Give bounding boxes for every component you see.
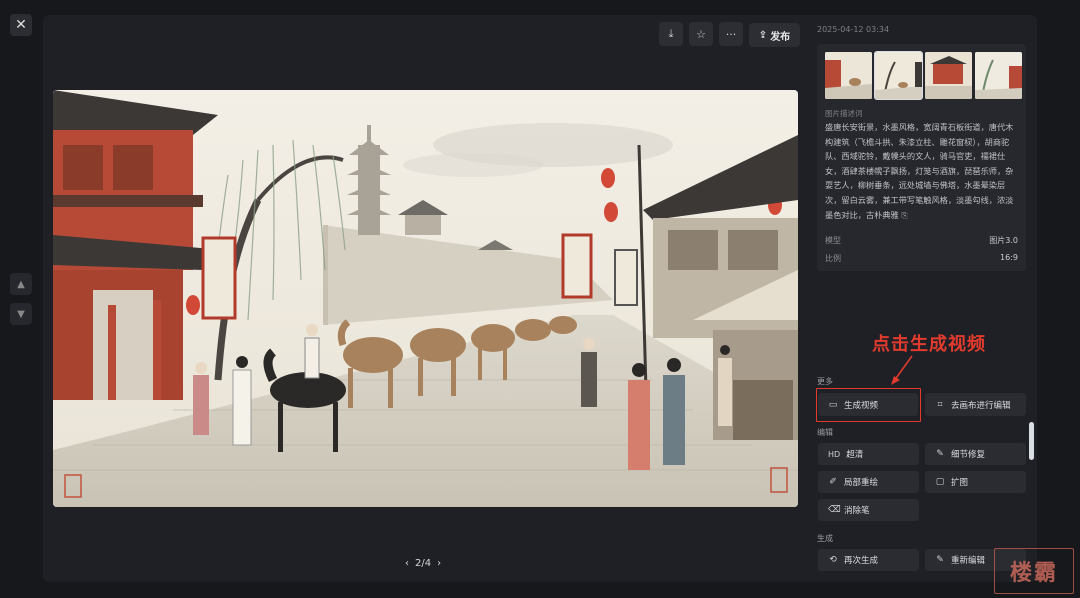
section-more-label: 更多	[817, 377, 833, 386]
section-edit-label: 编辑	[817, 428, 833, 437]
prompt-description: 盛唐长安街景，水墨风格，宽阔青石板街道，唐代木构建筑（飞檐斗拱、朱漆立柱、雕花窗…	[825, 122, 1014, 220]
timestamp: 2025-04-12 03:34	[817, 25, 890, 34]
info-card: 图片描述词 盛唐长安街景，水墨风格，宽阔青石板街道，唐代木构建筑（飞檐斗拱、朱漆…	[817, 44, 1026, 271]
thumbnail[interactable]	[975, 52, 1022, 99]
section-generate-label: 生成	[817, 534, 833, 543]
main-image	[53, 90, 798, 507]
publish-button[interactable]: ⇪ 发布	[749, 23, 800, 47]
magic-wand-icon: ✎	[936, 449, 944, 459]
hd-icon: HD	[828, 449, 841, 459]
next-page-button[interactable]: ›	[437, 558, 441, 569]
expand-button[interactable]: ▢ 扩图	[925, 471, 1026, 493]
annotation-callout: 点击生成视频	[872, 334, 986, 355]
thumbnail[interactable]	[825, 52, 872, 99]
close-button[interactable]: ✕	[10, 14, 32, 36]
meta-ratio: 比例 16:9	[825, 253, 1018, 263]
download-icon: ⤓	[668, 27, 674, 40]
scrollbar[interactable]	[1029, 422, 1034, 460]
canvas-icon: ⌗	[937, 399, 943, 410]
watermark-logo: 楼霸	[994, 548, 1074, 594]
annotation-arrow	[891, 355, 913, 385]
image-pager: ‹ 2/4 ›	[405, 558, 441, 569]
hd-button[interactable]: HD 超清	[818, 443, 919, 465]
publish-label: 发布	[770, 31, 791, 43]
thumbnail-strip	[825, 51, 1022, 100]
thumbnail[interactable]	[874, 51, 923, 100]
image-toolbar: ⤓ ☆ ···	[659, 22, 743, 46]
regenerate-button[interactable]: ⟲ 再次生成	[818, 549, 919, 571]
partial-redraw-button[interactable]: ✐ 局部重绘	[818, 471, 919, 493]
next-image-button[interactable]: ▼	[10, 303, 32, 325]
brush-icon: ✐	[829, 477, 837, 487]
meta-model: 模型 图片3.0	[825, 236, 1018, 245]
expand-icon: ▢	[935, 477, 945, 487]
detail-fix-button[interactable]: ✎ 细节修复	[925, 443, 1026, 465]
eraser-icon: ⌫	[828, 505, 841, 515]
refresh-icon: ⟲	[829, 555, 837, 565]
prev-image-button[interactable]: ▲	[10, 273, 32, 295]
pencil-icon: ✎	[936, 555, 944, 565]
highlight-box	[816, 388, 921, 422]
chevron-down-icon: ▼	[17, 308, 25, 320]
side-panel: 2025-04-12 03:34	[817, 25, 1027, 34]
eraser-button[interactable]: ⌫ 消除笔	[818, 499, 919, 521]
star-icon: ☆	[696, 27, 706, 41]
page-indicator: 2/4	[415, 558, 432, 569]
more-icon: ···	[725, 27, 737, 41]
close-icon: ✕	[15, 17, 27, 33]
description-label: 图片描述词	[825, 109, 863, 118]
copy-icon[interactable]: ⎘	[901, 210, 908, 220]
upload-icon: ⇪	[758, 29, 768, 41]
prev-page-button[interactable]: ‹	[405, 558, 409, 569]
canvas-edit-button[interactable]: ⌗ 去画布进行编辑	[925, 393, 1026, 416]
favorite-button[interactable]: ☆	[689, 22, 713, 46]
thumbnail[interactable]	[925, 52, 972, 99]
chevron-up-icon: ▲	[17, 278, 25, 290]
more-button[interactable]: ···	[719, 22, 743, 46]
download-button[interactable]: ⤓	[659, 22, 683, 46]
